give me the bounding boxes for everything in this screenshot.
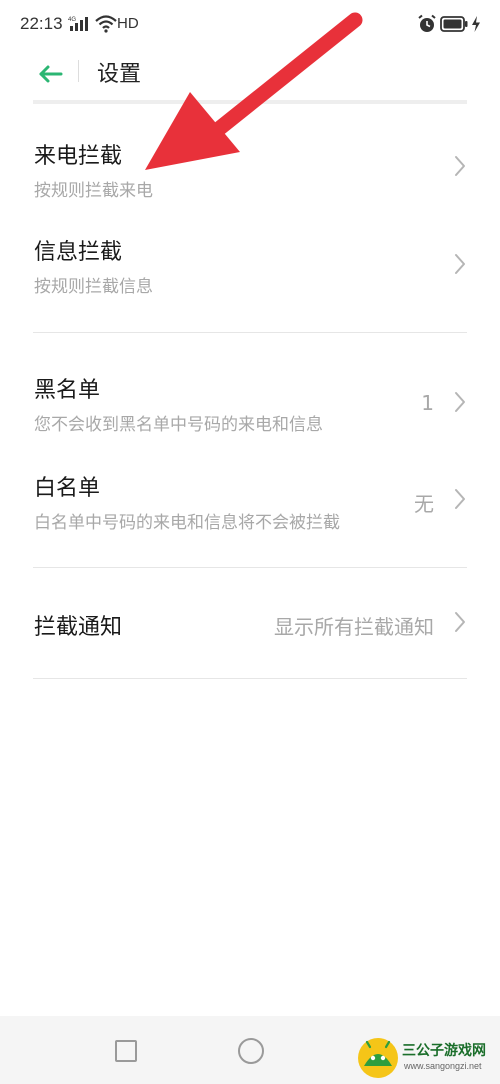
whitelist-row[interactable]: 白名单 白名单中号码的来电和信息将不会被拦截 无 <box>0 456 500 538</box>
message-block-subtitle: 按规则拦截信息 <box>34 277 153 297</box>
charging-icon <box>472 16 480 32</box>
chevron-right-icon <box>455 392 465 412</box>
whitelist-title: 白名单 <box>34 476 101 501</box>
network-type-label: 4G <box>68 17 76 23</box>
section-divider <box>33 332 467 333</box>
message-block-title: 信息拦截 <box>34 240 123 265</box>
header-separator <box>33 100 467 104</box>
back-button[interactable] <box>30 54 70 94</box>
chevron-right-icon <box>455 156 465 176</box>
home-button[interactable] <box>238 1038 264 1064</box>
header: 设置 <box>0 48 500 100</box>
watermark-url: www.sangongzi.net <box>404 1061 482 1071</box>
call-block-row[interactable]: 来电拦截 按规则拦截来电 <box>0 126 500 208</box>
call-block-title: 来电拦截 <box>34 144 123 169</box>
alarm-icon <box>418 14 436 32</box>
settings-screen: 22:13 4G HD 设置 来电拦截 按规则拦截来电 信息拦截 按规则拦截信息… <box>0 0 500 1084</box>
watermark-name: 三公子游戏网 <box>402 1043 486 1059</box>
message-block-row[interactable]: 信息拦截 按规则拦截信息 <box>0 222 500 304</box>
status-bar: 22:13 4G HD <box>0 0 500 48</box>
status-time: 22:13 <box>20 14 63 33</box>
watermark-logo-icon <box>358 1038 398 1078</box>
block-notification-title: 拦截通知 <box>34 615 123 640</box>
section-divider <box>33 678 467 679</box>
blacklist-subtitle: 您不会收到黑名单中号码的来电和信息 <box>34 415 323 435</box>
signal-icon: 4G <box>68 17 88 31</box>
back-arrow-icon <box>39 65 63 83</box>
chevron-right-icon <box>455 612 465 632</box>
blacklist-count: 1 <box>421 391 434 415</box>
recent-apps-button[interactable] <box>115 1040 137 1062</box>
chevron-right-icon <box>455 489 465 509</box>
header-divider <box>78 60 79 82</box>
blacklist-row[interactable]: 黑名单 您不会收到黑名单中号码的来电和信息 1 <box>0 358 500 440</box>
block-notification-value: 显示所有拦截通知 <box>274 615 434 639</box>
site-watermark: 三公子游戏网 www.sangongzi.net <box>356 1034 500 1084</box>
chevron-right-icon <box>455 254 465 274</box>
battery-icon <box>440 16 468 32</box>
page-title: 设置 <box>97 62 142 87</box>
whitelist-subtitle: 白名单中号码的来电和信息将不会被拦截 <box>34 513 340 533</box>
hd-label: HD <box>117 15 139 32</box>
section-divider <box>33 567 467 568</box>
call-block-subtitle: 按规则拦截来电 <box>34 181 153 201</box>
blacklist-title: 黑名单 <box>34 378 101 403</box>
block-notification-row[interactable]: 拦截通知 显示所有拦截通知 <box>0 592 500 656</box>
wifi-icon <box>95 15 117 33</box>
whitelist-value: 无 <box>414 492 434 516</box>
